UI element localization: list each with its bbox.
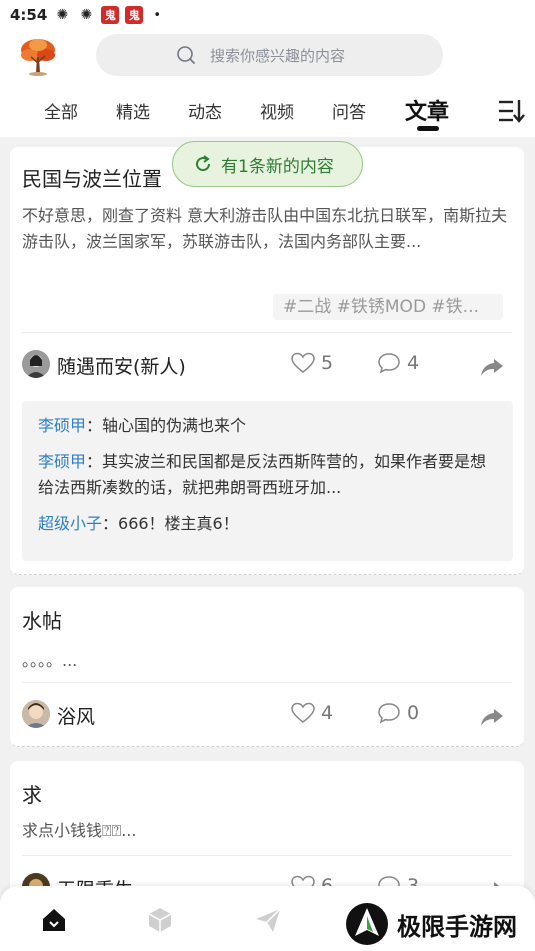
post-title[interactable]: 求	[22, 779, 42, 808]
commenter-name[interactable]: 李硕甲	[38, 416, 86, 435]
sort-menu-icon[interactable]	[497, 98, 525, 124]
active-tab-indicator	[417, 126, 439, 131]
like-count: 4	[321, 702, 334, 724]
tab-updates[interactable]: 动态	[188, 98, 222, 123]
home-icon[interactable]	[40, 906, 68, 934]
post-excerpt: 。。。。...	[22, 651, 78, 670]
post-card[interactable]: 民国与波兰位置 不好意思，刚查了资料 意大利游击队由中国东北抗日联军，南斯拉夫游…	[10, 147, 524, 575]
comment-stat[interactable]: 0	[377, 702, 419, 724]
watermark-text: 极限手游网	[397, 911, 517, 941]
comment-bubble-icon	[378, 353, 400, 374]
share-icon[interactable]	[480, 707, 504, 727]
commenter-name[interactable]: 超级小子	[38, 514, 102, 533]
comment-count: 0	[407, 702, 420, 724]
banner-text: 有1条新的内容	[221, 156, 334, 177]
comment-count: 4	[407, 352, 420, 374]
post-card[interactable]: 水帖 。。。。... 浴风 4 0	[10, 587, 524, 747]
search-icon	[177, 46, 195, 64]
share-icon[interactable]	[480, 357, 504, 377]
community-logo-tree-icon[interactable]	[16, 35, 60, 79]
red-app-icon: 鬼	[125, 6, 144, 24]
header: 搜索你感兴趣的内容 全部 精选 动态 视频 问答 文章	[0, 30, 535, 137]
post-excerpt: 不好意思，刚查了资料 意大利游击队由中国东北抗日联军，南斯拉夫游击队，波兰国家军…	[22, 206, 508, 251]
author-name[interactable]: 随遇而安(新人)	[57, 352, 186, 379]
tab-qa[interactable]: 问答	[332, 98, 366, 123]
post-excerpt: 求点小钱钱⍰⍰...	[22, 821, 137, 840]
comment-text: ：666！楼主真6！	[102, 514, 239, 533]
new-content-banner[interactable]: 有1条新的内容	[172, 141, 363, 187]
category-tabs: 全部 精选 动态 视频 问答 文章	[0, 92, 535, 136]
comment-item: 李硕甲：轴心国的伪满也来个	[38, 413, 497, 439]
status-bar: 4:54 ✺ ✺ 鬼 鬼 •	[0, 0, 535, 30]
search-placeholder: 搜索你感兴趣的内容	[210, 46, 346, 65]
commenter-name[interactable]: 李硕甲	[38, 452, 86, 471]
heart-icon	[291, 352, 315, 373]
search-bar[interactable]: 搜索你感兴趣的内容	[96, 34, 443, 76]
comment-text: ：其实波兰和民国都是反法西斯阵营的，如果作者要是想给法西斯凑数的话，就把弗朗哥西…	[38, 452, 487, 497]
post-title[interactable]: 水帖	[22, 605, 62, 634]
refresh-icon	[196, 155, 211, 172]
red-app-icon: 鬼	[101, 6, 120, 24]
burst-icon: ✺	[56, 7, 69, 23]
comment-bubble-icon	[378, 703, 400, 724]
divider	[22, 682, 512, 683]
like-stat[interactable]: 4	[291, 702, 333, 724]
author-name[interactable]: 浴风	[57, 702, 95, 729]
tab-articles[interactable]: 文章	[405, 94, 449, 126]
avatar[interactable]	[22, 350, 50, 378]
tab-all[interactable]: 全部	[44, 98, 78, 123]
burst-icon: ✺	[80, 7, 93, 23]
tab-featured[interactable]: 精选	[116, 98, 150, 123]
comment-text: ：轴心国的伪满也来个	[86, 416, 247, 435]
comment-item: 超级小子：666！楼主真6！	[38, 511, 497, 537]
post-tags[interactable]: #二战 #铁锈MOD #铁...	[273, 294, 503, 320]
box-icon[interactable]	[146, 906, 174, 934]
status-time: 4:54	[10, 6, 48, 24]
post-title[interactable]: 民国与波兰位置	[22, 163, 162, 192]
like-count: 5	[321, 352, 334, 374]
comment-preview-box[interactable]: 李硕甲：轴心国的伪满也来个 李硕甲：其实波兰和民国都是反法西斯阵营的，如果作者要…	[22, 401, 513, 561]
divider	[22, 855, 512, 856]
heart-icon	[291, 702, 315, 723]
tab-videos[interactable]: 视频	[260, 98, 294, 123]
send-icon[interactable]	[254, 906, 282, 934]
status-dot: •	[153, 7, 161, 23]
comment-stat[interactable]: 4	[377, 352, 419, 374]
watermark-logo-icon	[346, 903, 388, 945]
site-watermark: 极限手游网	[345, 897, 530, 951]
comment-item: 李硕甲：其实波兰和民国都是反法西斯阵营的，如果作者要是想给法西斯凑数的话，就把弗…	[38, 449, 497, 501]
divider	[22, 332, 512, 333]
like-stat[interactable]: 5	[291, 352, 333, 374]
avatar[interactable]	[22, 700, 50, 728]
